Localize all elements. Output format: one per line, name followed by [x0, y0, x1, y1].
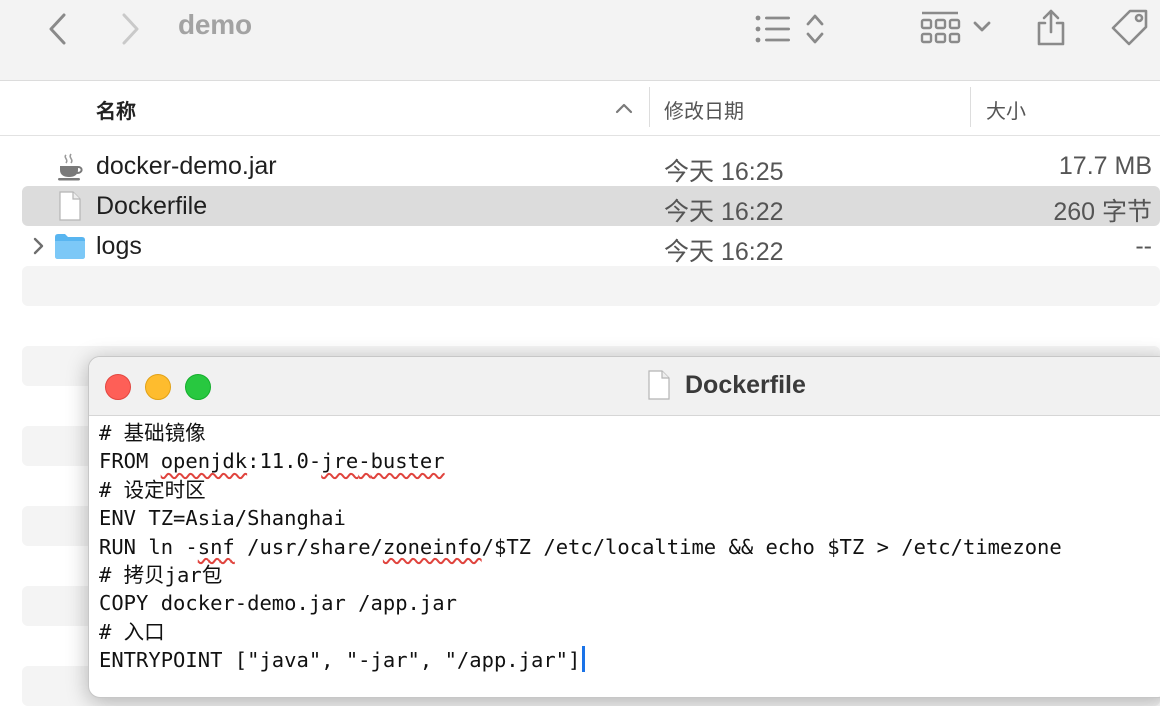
column-header: 名称 修改日期 大小 [0, 81, 1160, 136]
column-divider[interactable] [970, 87, 971, 127]
file-size: -- [1135, 232, 1152, 260]
code-line: ENV TZ=Asia/Shanghai [99, 506, 346, 531]
text-cursor [582, 646, 586, 673]
file-size: 17.7 MB [1058, 152, 1152, 180]
file-size: 260 字节 [1053, 198, 1152, 226]
folder-icon [55, 234, 85, 259]
code-text: :11.0- [247, 449, 322, 474]
code-line: # 设定时区 [99, 477, 206, 502]
code-line: COPY docker-demo.jar /app.jar [99, 591, 457, 616]
sort-updown-icon[interactable] [804, 12, 826, 46]
code-line: ENTRYPOINT ["java", "-jar", "/app.jar"] [99, 646, 1159, 674]
textedit-titlebar[interactable]: Dockerfile [89, 357, 1160, 416]
java-jar-icon [58, 153, 83, 181]
code-line: # 基础镜像 [99, 421, 206, 445]
file-name: logs [96, 232, 142, 260]
forward-arrow-icon[interactable] [118, 12, 142, 46]
file-date: 今天 16:22 [664, 238, 784, 266]
code-line: # 入口 [99, 619, 165, 644]
back-arrow-icon[interactable] [46, 12, 70, 46]
file-row[interactable]: docker-demo.jar 今天 16:25 17.7 MB [22, 146, 1160, 186]
column-date-header[interactable]: 修改日期 [664, 95, 744, 124]
tag-icon[interactable] [1108, 8, 1152, 48]
code-text: /$TZ /etc/localtime && echo $TZ > /etc/t… [481, 534, 1062, 559]
misspelled-word: zoneinfo [382, 534, 482, 559]
column-divider[interactable] [649, 87, 650, 127]
file-date: 今天 16:22 [664, 198, 784, 226]
column-name-header[interactable]: 名称 [96, 95, 136, 124]
textedit-title: Dockerfile [685, 371, 806, 399]
misspelled-word: buster [370, 449, 445, 474]
code-text: /usr/share/ [234, 534, 383, 559]
file-row-selected[interactable]: Dockerfile 今天 16:22 260 字节 [22, 186, 1160, 226]
zoom-button[interactable] [185, 374, 211, 400]
code-line: RUN ln -snf /usr/share/zoneinfo/$TZ /etc… [99, 533, 1159, 561]
empty-row [22, 266, 1160, 306]
file-row[interactable]: logs 今天 16:22 -- [22, 226, 1160, 266]
window-title: demo [178, 9, 252, 40]
list-view-icon[interactable] [754, 12, 792, 46]
misspelled-word: - [358, 449, 371, 474]
minimize-button[interactable] [145, 374, 171, 400]
document-icon [648, 370, 670, 400]
file-name: Dockerfile [96, 192, 208, 220]
text-editor-body[interactable]: # 基础镜像 FROM openjdk:11.0-jre-buster # 设定… [99, 415, 1159, 675]
code-text: RUN ln - [99, 534, 198, 559]
file-name: docker-demo.jar [96, 152, 277, 180]
chevron-down-icon[interactable] [972, 20, 992, 34]
misspelled-word: openjdk [160, 449, 248, 474]
code-line: # 拷贝jar包 [99, 562, 223, 587]
textedit-window: Dockerfile # 基础镜像 FROM openjdk:11.0-jre-… [88, 356, 1160, 698]
code-line: FROM openjdk:11.0-jre-buster [99, 447, 1159, 475]
misspelled-word: snf [197, 534, 235, 559]
misspelled-word: jre [321, 449, 359, 474]
disclosure-chevron-icon[interactable] [32, 237, 46, 255]
share-icon[interactable] [1034, 6, 1068, 48]
sort-ascending-icon[interactable] [614, 101, 634, 115]
code-text: ENTRYPOINT ["java", "-jar", "/app.jar"] [99, 648, 581, 673]
column-size-header[interactable]: 大小 [986, 95, 1026, 124]
code-text: FROM [99, 449, 161, 474]
close-button[interactable] [105, 374, 131, 400]
file-date: 今天 16:25 [664, 158, 784, 186]
finder-toolbar: demo [0, 0, 1160, 81]
document-icon [59, 191, 81, 221]
group-view-icon[interactable] [920, 10, 962, 46]
